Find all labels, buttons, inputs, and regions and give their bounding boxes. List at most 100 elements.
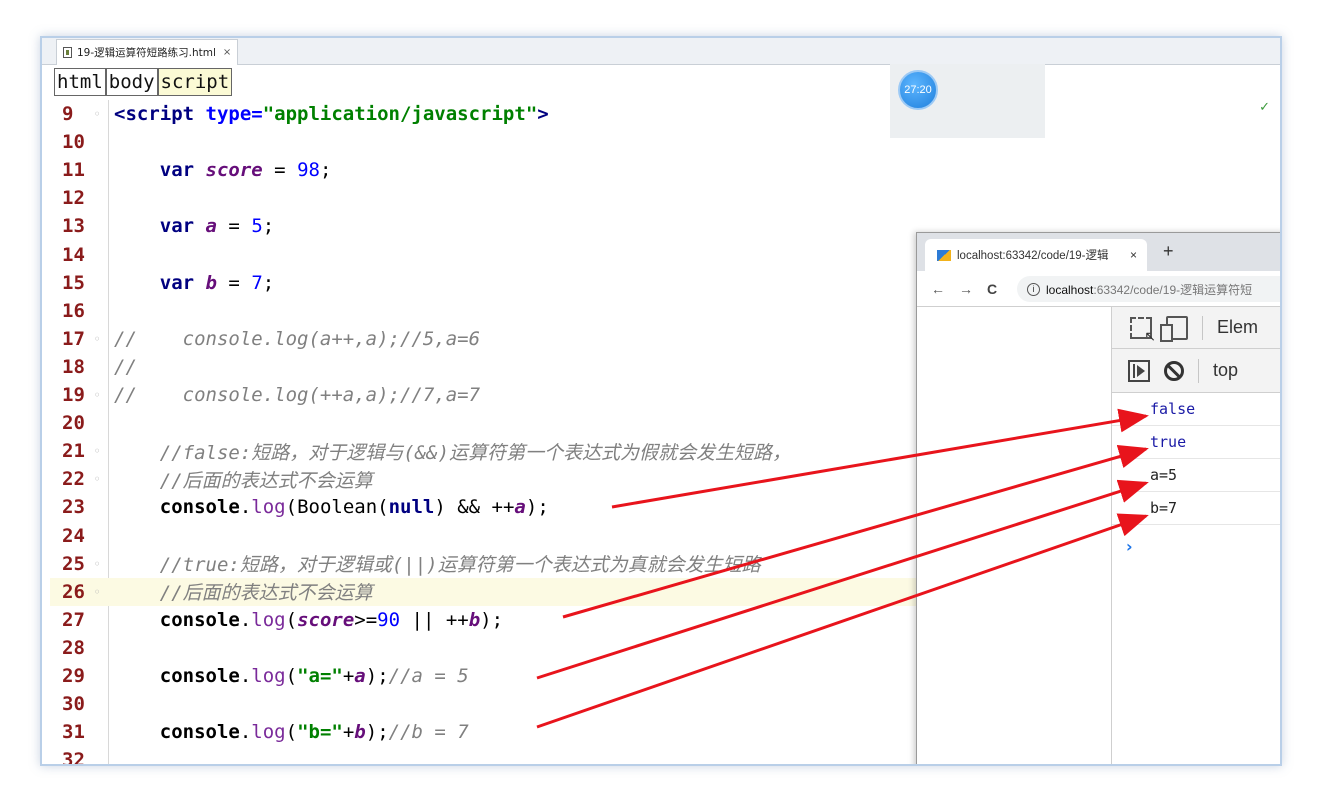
code-token: . [239, 665, 252, 687]
editor-tab-bar: 19-逻辑运算符短路练习.html × [42, 38, 1280, 65]
code-token: //true:短路，对于逻辑或(||)运算符第一个表达式为真就会发生短路 [159, 554, 761, 577]
new-tab-button[interactable]: + [1163, 241, 1174, 262]
code-token: log [251, 608, 286, 631]
code-token: 7 [251, 271, 263, 294]
device-toolbar-icon[interactable] [1160, 315, 1188, 342]
close-icon[interactable]: × [1130, 248, 1137, 262]
console-prompt[interactable]: › [1126, 537, 1133, 556]
html-file-icon [63, 47, 72, 58]
code-token: console [159, 665, 240, 687]
timer-badge[interactable]: 27:20 [898, 70, 938, 110]
console-toolbar: top [1112, 349, 1280, 393]
fold-marker-icon[interactable]: ◦ [90, 585, 104, 599]
code-token: a [205, 215, 217, 238]
line-number: 21 [62, 440, 85, 463]
code-token: ); [480, 608, 504, 631]
inspect-element-icon[interactable] [1130, 316, 1156, 345]
code-token: b [468, 608, 481, 631]
breadcrumb-script[interactable]: script [157, 68, 233, 96]
code-text: console.log("a="+a);//a = 5 [104, 665, 469, 687]
line-number: 31 [62, 721, 85, 744]
browser-tab-strip: localhost:63342/code/19-逻辑 × + [917, 233, 1280, 271]
code-token: //false:短路，对于逻辑与(&&)运算符第一个表达式为假就会发生短路， [159, 441, 792, 464]
code-text: console.log(Boolean(null) && ++a); [104, 496, 549, 518]
fold-marker-icon[interactable]: ◦ [90, 107, 104, 121]
fold-marker-icon[interactable]: ◦ [90, 444, 104, 458]
code-token: . [239, 721, 252, 744]
fold-marker-icon[interactable]: ◦ [90, 332, 104, 346]
tab-elements[interactable]: Elem [1217, 317, 1258, 338]
code-line[interactable]: 9 ◦ <script type="application/javascript"> [50, 100, 1280, 128]
code-line[interactable]: 12 [50, 184, 1280, 212]
url-field[interactable]: i localhost:63342/code/19-逻辑运算符短 [1017, 276, 1280, 302]
code-token: "a=" [297, 665, 343, 687]
toolbar-divider [1202, 315, 1203, 340]
line-number: 14 [62, 243, 85, 266]
code-token: ); [525, 496, 549, 519]
code-token: ; [319, 159, 332, 182]
code-token: > [537, 103, 549, 125]
code-token: ); [365, 721, 389, 744]
line-number: 11 [62, 159, 85, 182]
line-number: 9 [62, 103, 74, 125]
breadcrumb-body[interactable]: body [105, 68, 158, 96]
line-number: 10 [62, 131, 85, 154]
code-token: ); [365, 665, 389, 687]
fold-marker-icon[interactable]: ◦ [90, 388, 104, 402]
code-token: console [159, 608, 240, 631]
fold-marker-icon[interactable]: ◦ [90, 557, 104, 571]
code-text: console.log(score>=90 || ++b); [104, 609, 503, 631]
close-tab-icon[interactable]: × [223, 47, 231, 58]
clear-console-icon[interactable] [1164, 360, 1184, 381]
code-token: 98 [297, 159, 320, 182]
code-line[interactable]: 11 var score = 98; [50, 156, 1280, 184]
browser-tab[interactable]: localhost:63342/code/19-逻辑 × [925, 239, 1147, 271]
file-tab-label: 19-逻辑运算符短路练习.html [77, 47, 216, 59]
code-token: a [354, 665, 366, 687]
code-token: b [205, 271, 217, 294]
reload-icon[interactable]: C [987, 281, 997, 297]
forward-arrow-icon[interactable]: → [959, 281, 973, 297]
code-text: var b = 7; [104, 272, 274, 294]
console-message: false [1112, 393, 1280, 426]
code-token: ( [285, 665, 298, 687]
line-number: 22 [62, 468, 85, 491]
code-token: . [239, 608, 252, 631]
info-icon[interactable]: i [1027, 282, 1040, 296]
code-token: var [159, 271, 206, 294]
console-message: b=7 [1112, 492, 1280, 525]
code-token: ) && ++ [434, 496, 515, 519]
code-token: log [251, 496, 286, 519]
fold-marker-icon[interactable]: ◦ [90, 472, 104, 486]
context-selector[interactable]: top [1213, 360, 1238, 381]
url-host: localhost [1046, 282, 1094, 297]
code-text: // console.log(++a,a);//7,a=7 [104, 384, 480, 406]
back-arrow-icon[interactable]: ← [931, 281, 945, 297]
code-token: = [216, 215, 252, 238]
line-number: 29 [62, 665, 85, 687]
code-text: //后面的表达式不会运算 [104, 578, 373, 605]
code-token: // console.log(++a,a);//7,a=7 [114, 384, 481, 406]
breadcrumb-html[interactable]: html [54, 68, 106, 96]
code-text: //false:短路，对于逻辑与(&&)运算符第一个表达式为假就会发生短路， [104, 438, 791, 465]
line-number: 30 [62, 693, 85, 716]
code-token: null [388, 496, 435, 519]
code-token: type= [205, 103, 263, 125]
file-tab[interactable]: 19-逻辑运算符短路练习.html × [56, 39, 239, 65]
show-sidebar-icon[interactable] [1128, 359, 1150, 382]
code-token: = [262, 159, 298, 182]
line-number: 12 [62, 187, 85, 210]
console-message: true [1112, 426, 1280, 459]
code-line[interactable]: 10 [50, 128, 1280, 156]
code-token: score [297, 608, 355, 631]
ide-window: 19-逻辑运算符短路练习.html × html body script 9 ◦ <… [40, 36, 1282, 766]
code-token: ( [285, 721, 298, 744]
